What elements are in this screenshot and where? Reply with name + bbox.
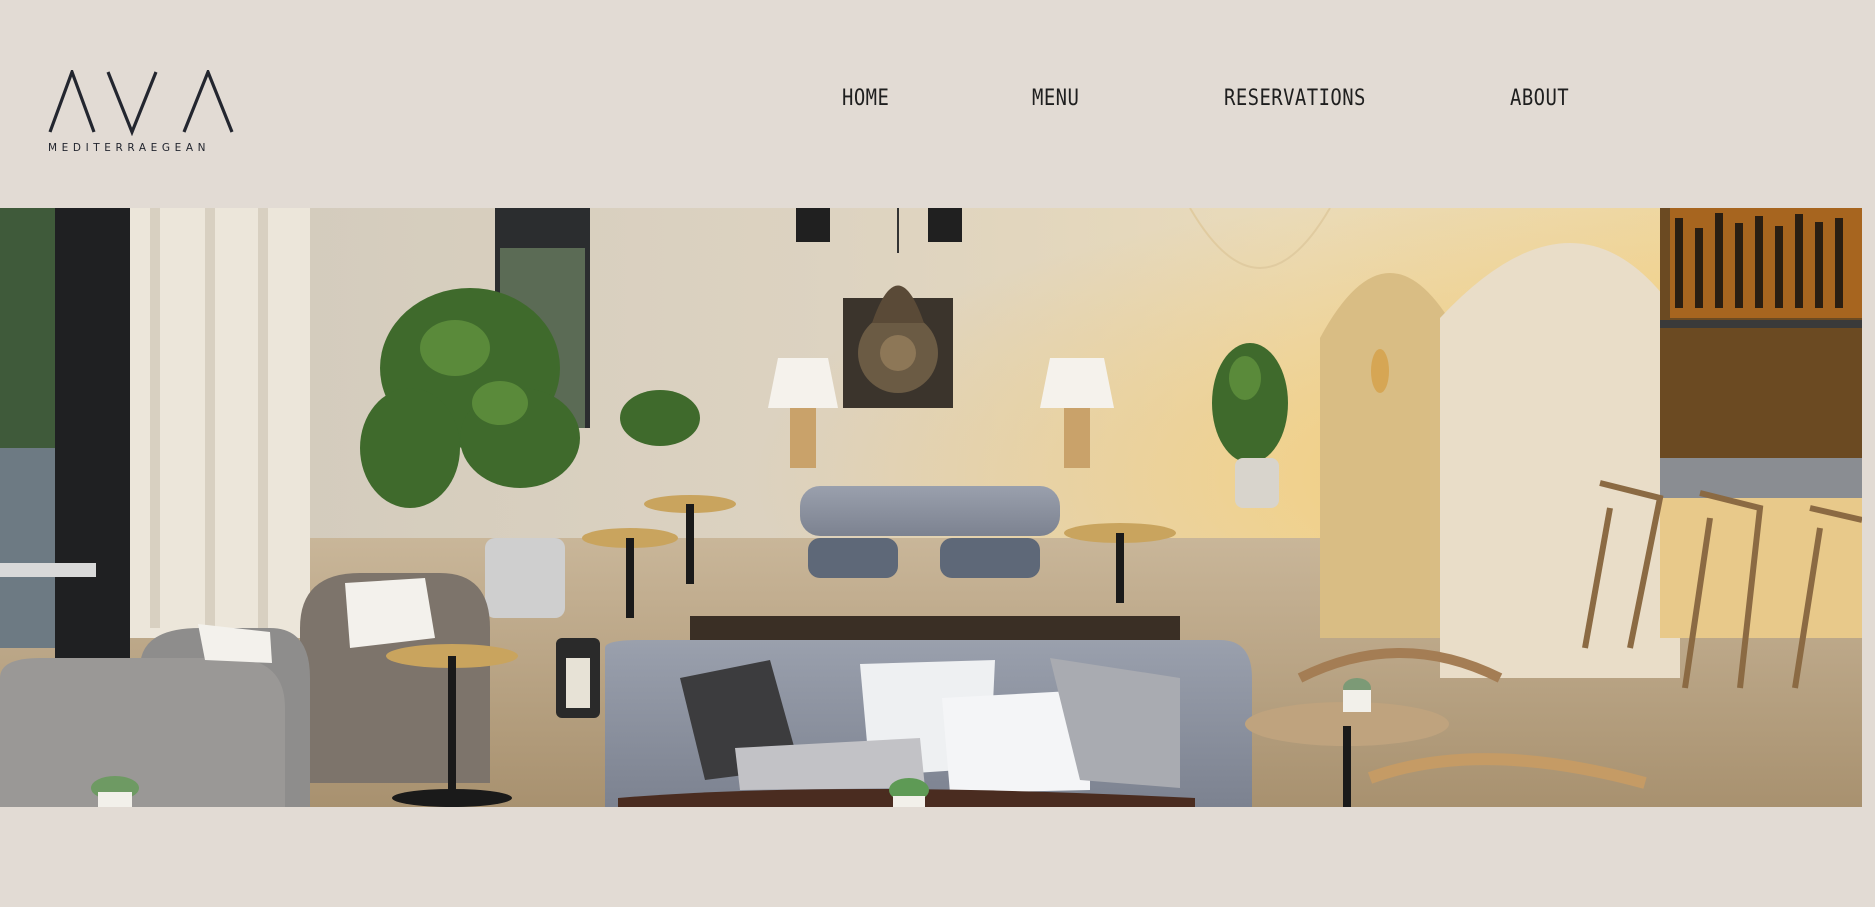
main-nav: HOME MENU RESERVATIONS ABOUT [0,86,1875,116]
page: MEDITERRAEGEAN HOME MENU RESERVATIONS AB… [0,0,1875,907]
nav-reservations[interactable]: RESERVATIONS [1224,86,1366,111]
nav-about[interactable]: ABOUT [1510,86,1569,111]
nav-menu[interactable]: MENU [1032,86,1079,111]
hero-image [0,208,1862,807]
brand-tagline: MEDITERRAEGEAN [48,142,211,154]
site-header: MEDITERRAEGEAN HOME MENU RESERVATIONS AB… [0,0,1875,208]
hero-photo-illustration [0,208,1862,807]
nav-home[interactable]: HOME [842,86,889,111]
